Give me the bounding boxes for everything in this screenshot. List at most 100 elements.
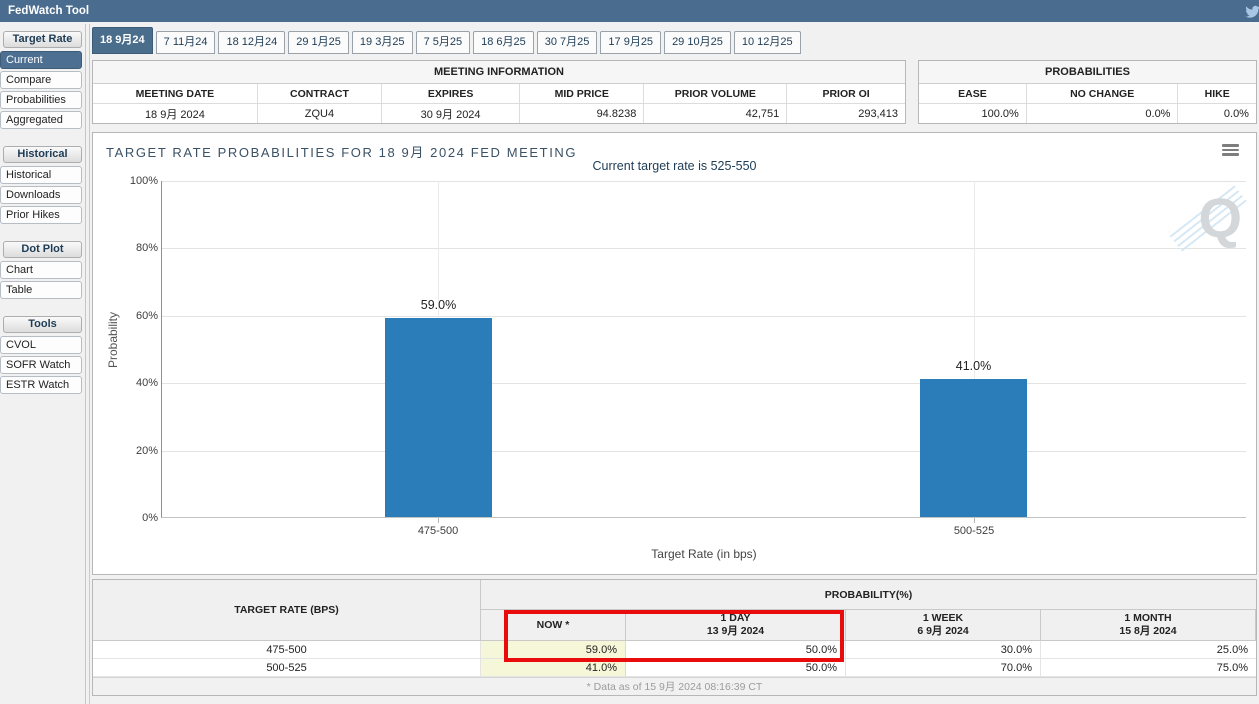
col-1-month-sub: 15 8月 2024	[1119, 625, 1176, 638]
tab-meeting-5[interactable]: 7 5月25	[416, 31, 471, 54]
col-expires: EXPIRES	[382, 84, 520, 103]
value-prior-oi: 293,413	[787, 104, 905, 123]
value-mid-price: 94.8238	[520, 104, 644, 123]
row2-rate: 500-525	[93, 659, 481, 677]
meeting-information-header-row: MEETING DATE CONTRACT EXPIRES MID PRICE …	[93, 84, 905, 104]
col-prior-oi: PRIOR OI	[787, 84, 905, 103]
ytick-100: 100%	[114, 175, 158, 187]
col-1-day: 1 DAY 13 9月 2024	[626, 610, 846, 641]
col-group-probability: PROBABILITY(%)	[481, 580, 1256, 610]
row2-1-month: 75.0%	[1041, 659, 1256, 677]
row1-now: 59.0%	[481, 641, 626, 659]
value-expires: 30 9月 2024	[382, 104, 520, 123]
meeting-information-panel: MEETING INFORMATION MEETING DATE CONTRAC…	[92, 60, 906, 124]
xtick-mark-2	[974, 518, 975, 523]
tab-meeting-4[interactable]: 19 3月25	[352, 31, 413, 54]
value-contract: ZQU4	[258, 104, 382, 123]
plot-area: 100% 80% 60% 40% 20% 0% 59.0% 41.0% 475-…	[161, 181, 1246, 518]
sidebar-item-sofr-watch[interactable]: SOFR Watch	[0, 356, 82, 374]
gridline-100	[162, 181, 1246, 182]
probabilities-value-row: 100.0% 0.0% 0.0%	[919, 104, 1256, 123]
bar-500-525[interactable]	[920, 379, 1027, 517]
q-logo-letter: Q	[1198, 185, 1242, 250]
col-1-month-label: 1 MONTH	[1124, 612, 1171, 625]
value-meeting-date: 18 9月 2024	[93, 104, 258, 123]
tab-meeting-7[interactable]: 30 7月25	[537, 31, 598, 54]
tab-meeting-3[interactable]: 29 1月25	[288, 31, 349, 54]
col-contract: CONTRACT	[258, 84, 382, 103]
row2-1-week: 70.0%	[846, 659, 1041, 677]
col-prior-volume: PRIOR VOLUME	[644, 84, 787, 103]
row2-1-day: 50.0%	[626, 659, 846, 677]
gridline-20	[162, 451, 1246, 452]
col-ease: EASE	[919, 84, 1027, 103]
chart-subtitle: Current target rate is 525-550	[93, 159, 1256, 173]
value-ease: 100.0%	[919, 104, 1027, 123]
xtick-mark-1	[438, 518, 439, 523]
ytick-40: 40%	[114, 377, 158, 389]
meeting-information-title: MEETING INFORMATION	[93, 61, 905, 84]
row2-now: 41.0%	[481, 659, 626, 677]
tab-meeting-2[interactable]: 18 12月24	[218, 31, 285, 54]
chart-panel: TARGET RATE PROBABILITIES FOR 18 9月 2024…	[92, 132, 1257, 575]
content-divider	[89, 24, 90, 704]
meeting-information-value-row: 18 9月 2024 ZQU4 30 9月 2024 94.8238 42,75…	[93, 104, 905, 123]
col-no-change: NO CHANGE	[1027, 84, 1179, 103]
ytick-80: 80%	[114, 242, 158, 254]
sidebar-item-prior-hikes[interactable]: Prior Hikes	[0, 206, 82, 224]
sidebar-item-probabilities[interactable]: Probabilities	[0, 91, 82, 109]
row1-1-week: 30.0%	[846, 641, 1041, 659]
gridline-80	[162, 248, 1246, 249]
tab-meeting-8[interactable]: 17 9月25	[600, 31, 661, 54]
col-meeting-date: MEETING DATE	[93, 84, 258, 103]
sidebar-section-target-rate[interactable]: Target Rate	[3, 31, 82, 48]
sidebar-section-tools[interactable]: Tools	[3, 316, 82, 333]
q-logo-watermark: Q	[1172, 183, 1242, 249]
col-hike: HIKE	[1178, 84, 1256, 103]
tab-meeting-6[interactable]: 18 6月25	[473, 31, 534, 54]
value-hike: 0.0%	[1178, 104, 1256, 123]
probabilities-panel: PROBABILITIES EASE NO CHANGE HIKE 100.0%…	[918, 60, 1257, 124]
gridline-40	[162, 383, 1246, 384]
col-mid-price: MID PRICE	[520, 84, 644, 103]
ytick-0: 0%	[114, 512, 158, 524]
top-bar: FedWatch Tool	[0, 0, 1259, 22]
col-1-week-sub: 6 9月 2024	[917, 625, 968, 638]
value-prior-volume: 42,751	[644, 104, 787, 123]
tab-meeting-10[interactable]: 10 12月25	[734, 31, 801, 54]
data-as-of-footnote: * Data as of 15 9月 2024 08:16:39 CT	[93, 677, 1256, 695]
col-1-month: 1 MONTH 15 8月 2024	[1041, 610, 1256, 641]
sidebar-section-historical[interactable]: Historical	[3, 146, 82, 163]
twitter-icon[interactable]	[1243, 3, 1259, 19]
tab-meeting-0[interactable]: 18 9月24	[92, 27, 153, 54]
value-no-change: 0.0%	[1027, 104, 1179, 123]
col-now: NOW *	[481, 610, 626, 641]
xtick-label-500-525: 500-525	[914, 525, 1034, 537]
col-1-week: 1 WEEK 6 9月 2024	[846, 610, 1041, 641]
sidebar-item-table[interactable]: Table	[0, 281, 82, 299]
ytick-20: 20%	[114, 445, 158, 457]
row1-1-day: 50.0%	[626, 641, 846, 659]
bar-value-label-500-525: 41.0%	[920, 359, 1027, 373]
sidebar-item-cvol[interactable]: CVOL	[0, 336, 82, 354]
sidebar-item-aggregated[interactable]: Aggregated	[0, 111, 82, 129]
bar-475-500[interactable]	[385, 318, 492, 517]
sidebar-item-current[interactable]: Current	[0, 51, 82, 69]
sidebar-item-compare[interactable]: Compare	[0, 71, 82, 89]
hamburger-menu-icon[interactable]	[1222, 144, 1239, 158]
col-now-label: NOW *	[537, 619, 570, 632]
tab-meeting-1[interactable]: 7 11月24	[156, 31, 216, 54]
x-axis-title: Target Rate (in bps)	[162, 547, 1246, 561]
col-1-day-label: 1 DAY	[721, 612, 751, 625]
sidebar-item-historical[interactable]: Historical	[0, 166, 82, 184]
y-axis-title: Probability	[106, 290, 120, 390]
sidebar-item-chart[interactable]: Chart	[0, 261, 82, 279]
sidebar-section-dot-plot[interactable]: Dot Plot	[3, 241, 82, 258]
meeting-date-tabs: 18 9月24 7 11月24 18 12月24 29 1月25 19 3月25…	[92, 27, 801, 54]
sidebar-item-estr-watch[interactable]: ESTR Watch	[0, 376, 82, 394]
sidebar-item-downloads[interactable]: Downloads	[0, 186, 82, 204]
bar-value-label-475-500: 59.0%	[385, 298, 492, 312]
probabilities-header-row: EASE NO CHANGE HIKE	[919, 84, 1256, 104]
app-title: FedWatch Tool	[0, 0, 1259, 22]
tab-meeting-9[interactable]: 29 10月25	[664, 31, 731, 54]
